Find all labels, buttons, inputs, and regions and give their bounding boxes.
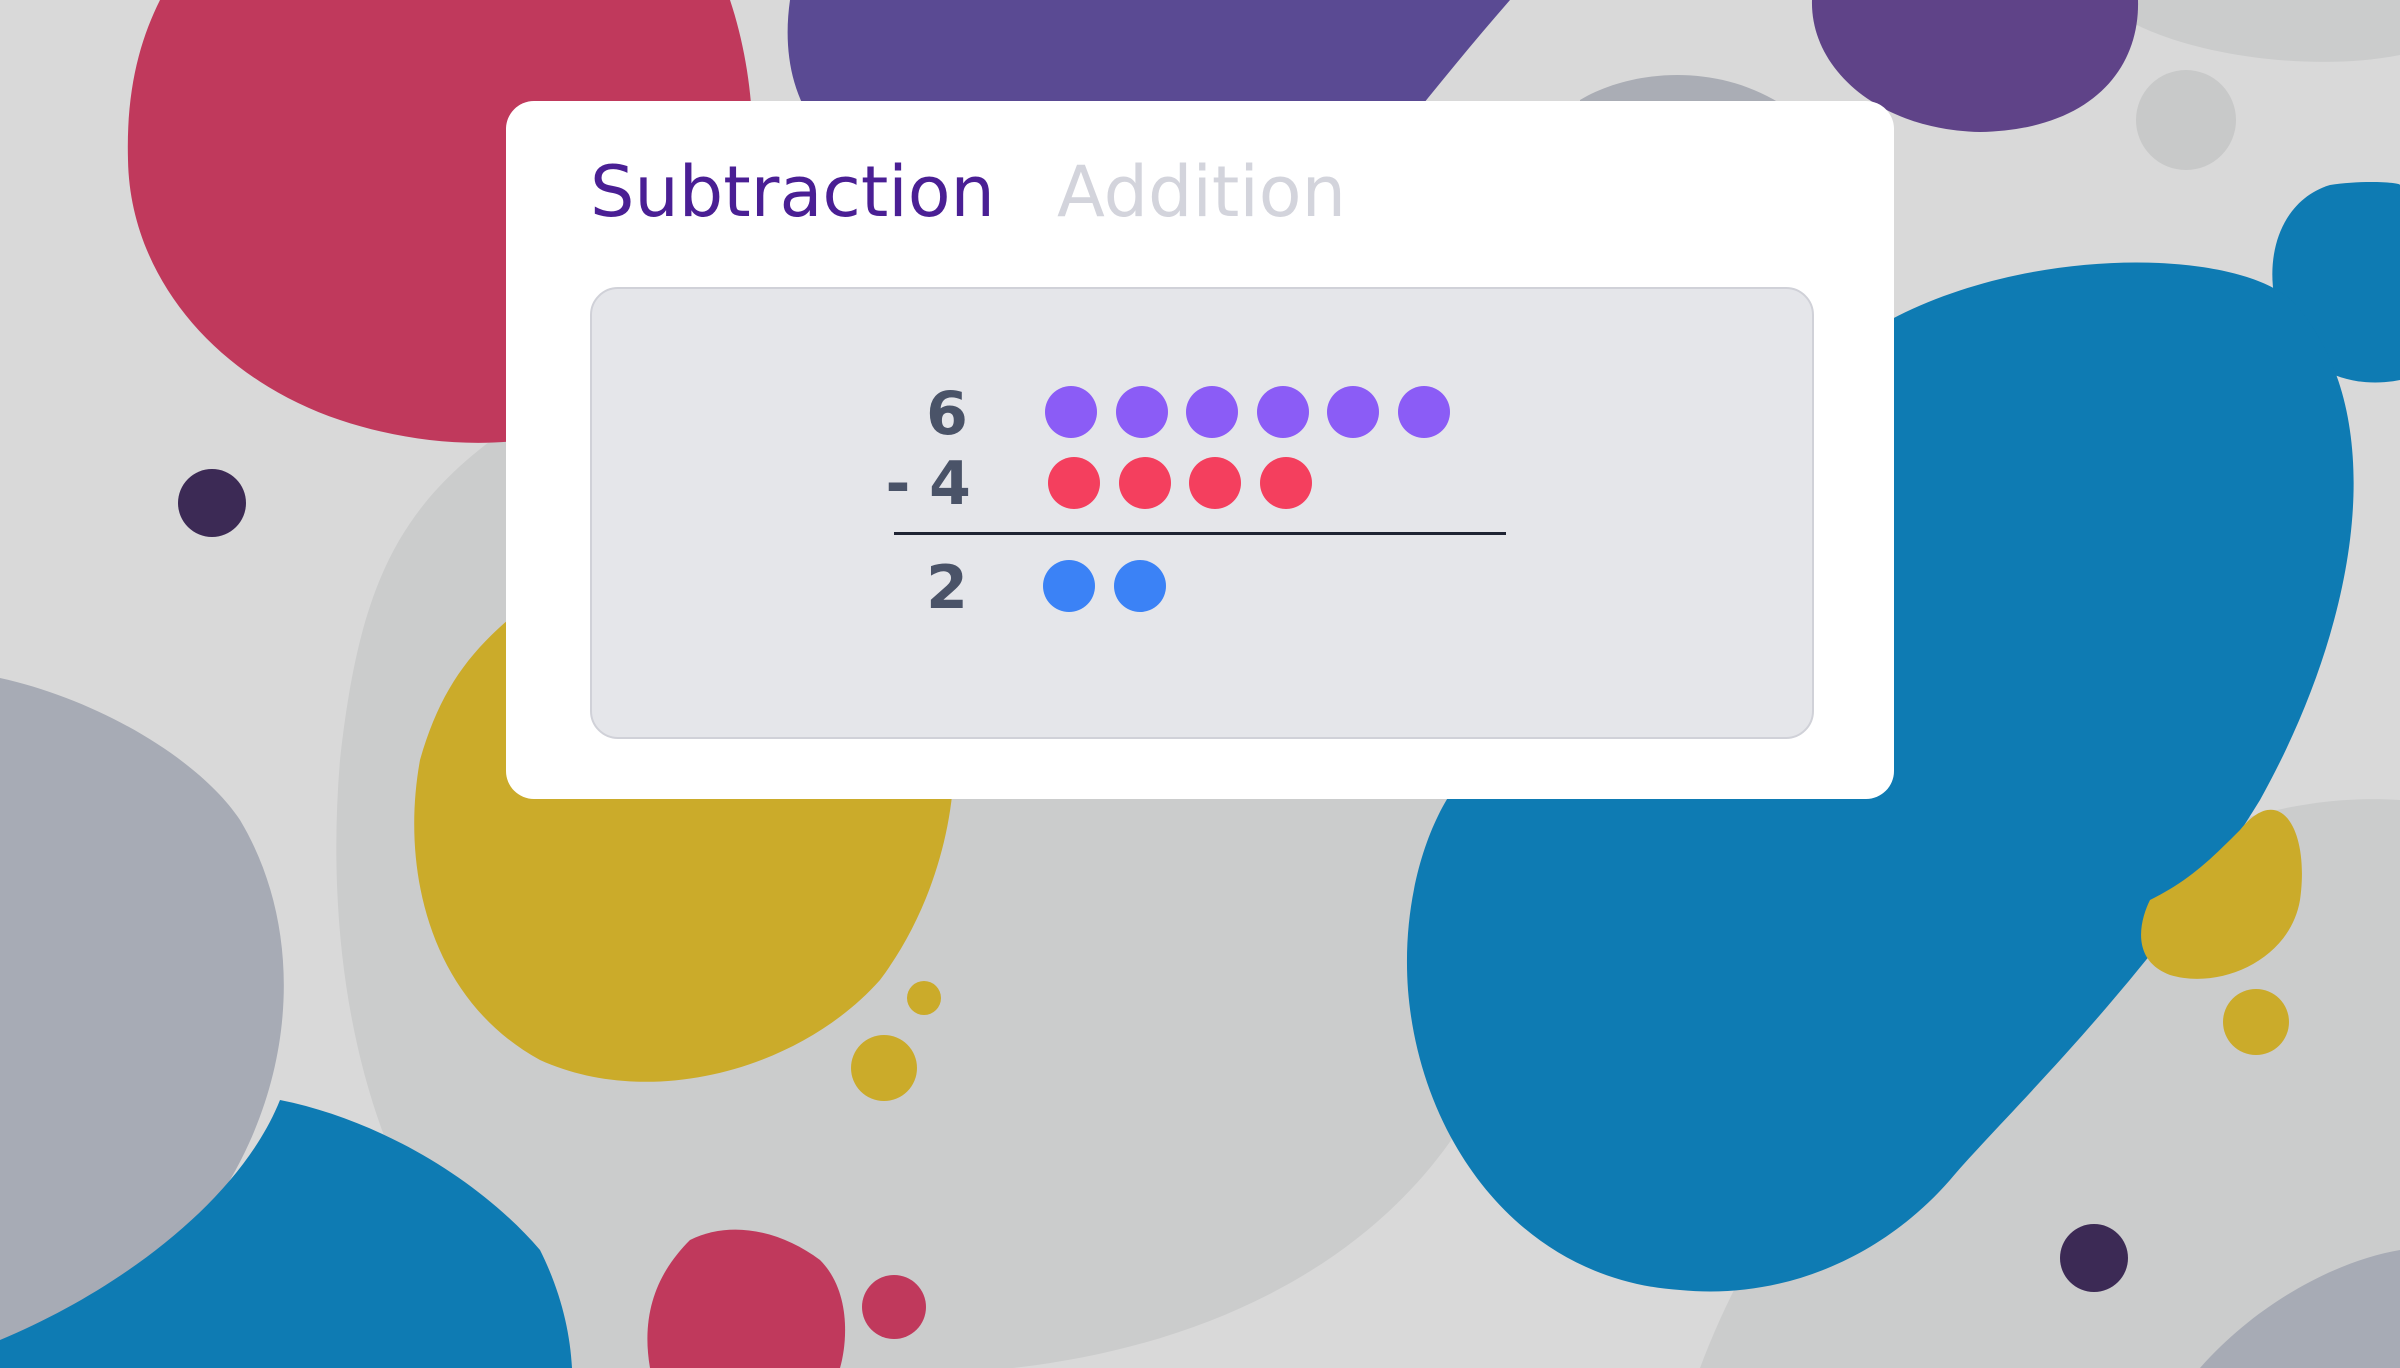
minuend-dot [1327, 386, 1379, 438]
result-dot [1113, 560, 1166, 612]
subtrahend-digit: 4 [929, 449, 971, 519]
operation-tabs: Subtraction Addition [590, 157, 1346, 227]
bg-dot-yellow-3 [2223, 989, 2289, 1055]
equation-panel: 6 - 4 2 [590, 287, 1814, 739]
bg-dot-red [862, 1275, 926, 1339]
subtrahend-dot [1118, 457, 1171, 509]
bg-dot-dark-2 [2060, 1224, 2128, 1292]
minuend-dot [1045, 386, 1097, 438]
result-digit: 2 [926, 553, 968, 623]
result-dot [1043, 560, 1095, 612]
bg-dot-dark-1 [178, 469, 246, 537]
subtrahend-dot [1048, 457, 1100, 509]
bg-dot-grey [2136, 70, 2236, 170]
minus-operator: - [885, 449, 911, 519]
tab-subtraction[interactable]: Subtraction [590, 157, 995, 227]
equation-divider [894, 532, 1506, 535]
minuend-digit: 6 [926, 379, 968, 449]
minuend-dot [1115, 386, 1168, 438]
subtrahend-dot [1259, 457, 1312, 509]
tab-addition[interactable]: Addition [1057, 157, 1346, 227]
bg-dot-yellow-1 [851, 1035, 917, 1101]
minuend-dot [1256, 386, 1309, 438]
minuend-dot [1397, 386, 1450, 438]
subtrahend-dot [1189, 457, 1241, 509]
minuend-dot [1186, 386, 1238, 438]
bg-dot-yellow-2 [907, 981, 941, 1015]
math-card: Subtraction Addition 6 - 4 2 [506, 101, 1894, 799]
